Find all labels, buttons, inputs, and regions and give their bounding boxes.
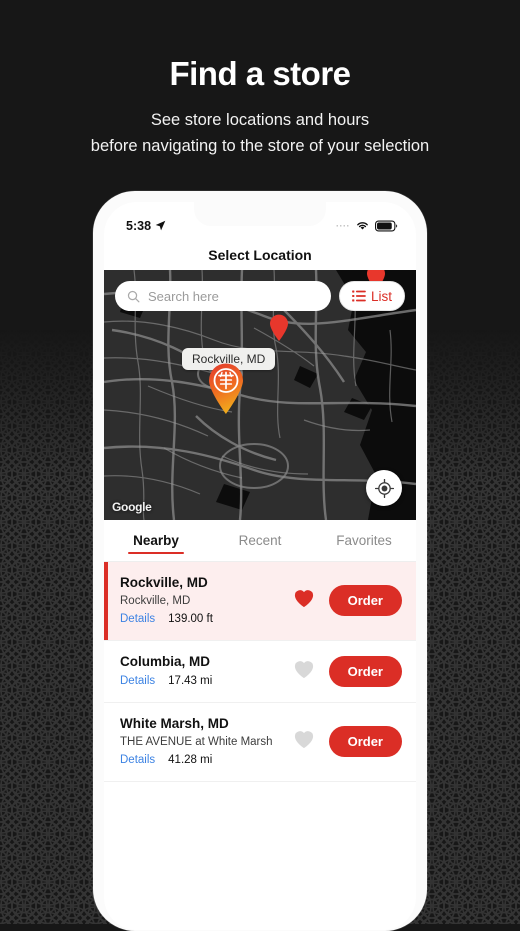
- tab-active-underline: [128, 552, 184, 554]
- store-name: Columbia, MD: [120, 654, 210, 670]
- store-list-item-white-marsh[interactable]: White Marsh, MD THE AVENUE at White Mars…: [104, 703, 416, 782]
- order-button[interactable]: Order: [328, 655, 402, 687]
- store-info: Rockville, MD Rockville, MD Details 139.…: [120, 573, 293, 629]
- store-list-item-columbia[interactable]: Columbia, MD Details 17.43 mi Order: [104, 641, 416, 703]
- map-pin-plain-1[interactable]: [269, 314, 289, 342]
- promo-header: Find a store See store locations and hou…: [0, 0, 520, 159]
- store-tabs: Nearby Recent Favorites: [104, 520, 416, 562]
- order-button[interactable]: Order: [328, 585, 402, 617]
- map-view[interactable]: Search here List Rockville, MD Google: [104, 270, 416, 520]
- page-title: Find a store: [169, 55, 351, 92]
- promo-subtitle-line2: before navigating to the store of your s…: [90, 136, 430, 155]
- store-name: White Marsh, MD: [120, 715, 229, 731]
- store-meta: Details 139.00 ft: [120, 611, 293, 629]
- store-meta: Details 17.43 mi: [120, 673, 293, 691]
- phone-notch: [194, 202, 326, 226]
- signal-dots-icon: ····: [336, 220, 350, 231]
- navbar-title: Select Location: [208, 246, 312, 263]
- location-arrow-icon: [155, 220, 166, 231]
- selected-indicator-bar: [104, 562, 108, 640]
- favorite-heart-icon[interactable]: [293, 588, 315, 613]
- tab-recent-label: Recent: [238, 533, 282, 548]
- store-details-link[interactable]: Details: [120, 611, 155, 629]
- my-location-icon: [374, 478, 394, 498]
- store-list: Rockville, MD Rockville, MD Details 139.…: [104, 562, 416, 782]
- store-distance: 17.43 mi: [168, 674, 213, 687]
- navbar: Select Location: [104, 239, 416, 270]
- store-details-link[interactable]: Details: [120, 673, 155, 691]
- google-watermark: Google: [112, 500, 152, 514]
- store-meta: Details 41.28 mi: [120, 752, 293, 770]
- store-name: Rockville, MD: [120, 575, 208, 590]
- list-icon: [352, 290, 366, 302]
- phone-screen: 5:38 ···· Select Location Search here Li…: [104, 202, 416, 930]
- tab-favorites[interactable]: Favorites: [312, 520, 416, 561]
- tab-nearby[interactable]: Nearby: [104, 520, 208, 561]
- status-bar-time: 5:38: [126, 218, 152, 233]
- battery-icon: [375, 219, 398, 232]
- tab-favorites-label: Favorites: [336, 533, 392, 548]
- list-button[interactable]: List: [339, 281, 405, 311]
- favorite-heart-icon[interactable]: [293, 659, 315, 684]
- search-input-placeholder: Search here: [148, 288, 219, 304]
- status-bar-left: 5:38: [126, 219, 166, 233]
- my-location-button[interactable]: [366, 470, 402, 506]
- status-bar-right: ····: [336, 219, 398, 232]
- tab-nearby-label: Nearby: [133, 533, 179, 548]
- phone-mockup: 5:38 ···· Select Location Search here Li…: [93, 191, 427, 931]
- store-distance: 139.00 ft: [168, 613, 213, 626]
- order-button[interactable]: Order: [328, 726, 402, 758]
- store-info: White Marsh, MD THE AVENUE at White Mars…: [120, 714, 293, 770]
- map-pin-selected-store[interactable]: [206, 362, 246, 416]
- promo-subtitle: See store locations and hours before nav…: [0, 108, 520, 159]
- search-input[interactable]: Search here: [115, 281, 331, 311]
- wifi-icon: [357, 222, 368, 230]
- map-search-row: Search here List: [115, 281, 405, 311]
- favorite-heart-icon[interactable]: [293, 729, 315, 754]
- search-icon: [127, 290, 140, 302]
- store-details-link[interactable]: Details: [120, 752, 155, 770]
- store-list-item-rockville[interactable]: Rockville, MD Rockville, MD Details 139.…: [104, 562, 416, 641]
- store-distance: 41.28 mi: [168, 753, 213, 766]
- promo-subtitle-line1: See store locations and hours: [150, 111, 370, 130]
- list-button-label: List: [370, 288, 392, 304]
- store-address: Rockville, MD: [120, 595, 191, 608]
- tab-recent[interactable]: Recent: [208, 520, 312, 561]
- store-info: Columbia, MD Details 17.43 mi: [120, 652, 293, 690]
- store-address: THE AVENUE at White Marsh: [120, 736, 273, 749]
